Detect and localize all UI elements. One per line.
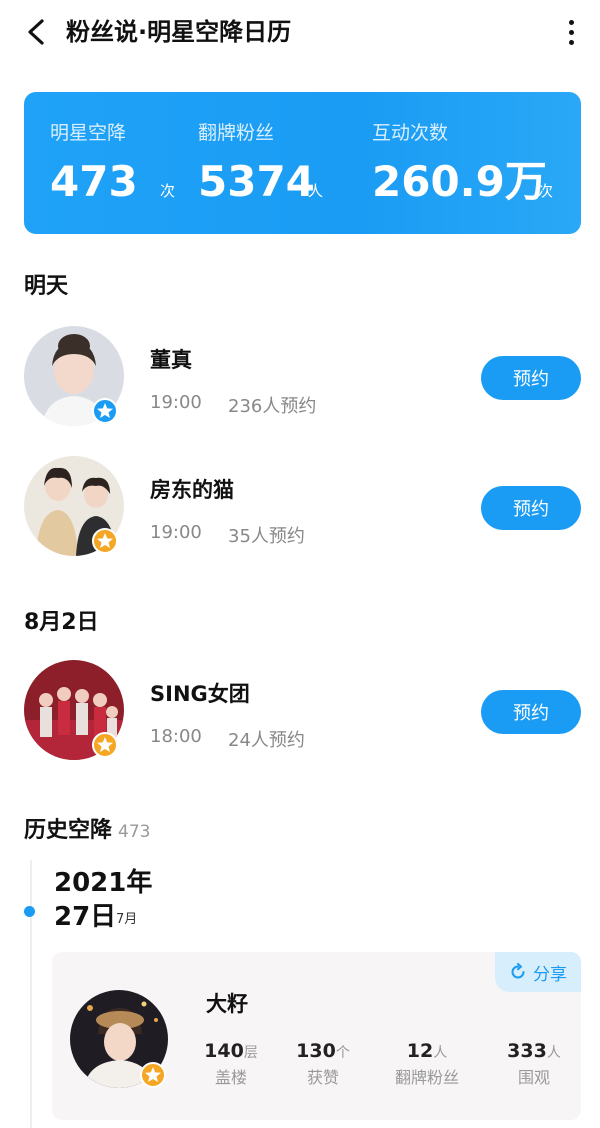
- star-name: SING女团: [150, 682, 250, 706]
- timeline-line: [30, 860, 32, 1128]
- booking-count: 35人预约: [228, 526, 305, 547]
- event-time: 18:00: [150, 726, 202, 747]
- schedule-row: 董真 19:00 236人预约 预约: [0, 326, 600, 436]
- section-title-aug2: 8月2日: [24, 610, 99, 635]
- history-count: 473: [118, 822, 151, 842]
- timeline-year: 2021年: [54, 868, 153, 898]
- stat-value: 473: [50, 157, 138, 206]
- back-arrow-icon: [28, 19, 44, 45]
- schedule-row: 房东的猫 19:00 35人预约 预约: [0, 456, 600, 566]
- metric-value: 12: [406, 1040, 434, 1062]
- metric-unit: 人: [546, 1045, 561, 1061]
- metric-unit: 人: [433, 1045, 448, 1061]
- more-vertical-icon: [568, 19, 574, 25]
- stat-label: 翻牌粉丝: [198, 122, 275, 144]
- star-badge-icon: [140, 1062, 166, 1088]
- share-icon: [511, 963, 525, 979]
- metric-unit: 个: [335, 1045, 350, 1061]
- booking-count: 24人预约: [228, 730, 305, 751]
- book-button[interactable]: 预约: [481, 690, 581, 734]
- share-label: 分享: [533, 964, 567, 985]
- timeline-month: 7月: [116, 912, 138, 927]
- metric-value: 140: [204, 1040, 244, 1062]
- star-badge-icon: [92, 732, 118, 758]
- stat-unit: 人: [308, 182, 324, 200]
- metric-floors: 140层 盖楼: [186, 1040, 276, 1088]
- star-name: 董真: [150, 348, 192, 372]
- event-time: 19:00: [150, 522, 202, 543]
- metric-fans: 12人 翻牌粉丝: [382, 1040, 472, 1088]
- stat-unit: 次: [160, 182, 176, 200]
- metric-unit: 层: [243, 1045, 258, 1061]
- stats-card: 明星空降 473 次 翻牌粉丝 5374 人 互动次数 260.9万 次: [24, 92, 581, 234]
- history-title: 历史空降: [24, 818, 113, 843]
- metric-label: 获赞: [306, 1068, 339, 1087]
- section-title-tomorrow: 明天: [24, 274, 69, 299]
- stat-label: 明星空降: [50, 122, 127, 144]
- star-badge-icon: [92, 528, 118, 554]
- metric-likes: 130个 获赞: [278, 1040, 368, 1088]
- metric-label: 翻牌粉丝: [394, 1068, 459, 1087]
- book-button[interactable]: 预约: [481, 356, 581, 400]
- event-time: 19:00: [150, 392, 202, 413]
- star-name: 房东的猫: [150, 478, 234, 502]
- star-name: 大籽: [206, 992, 248, 1016]
- share-button[interactable]: 分享: [495, 952, 581, 992]
- stat-label: 互动次数: [372, 122, 449, 144]
- stat-unit: 次: [538, 182, 554, 200]
- metric-viewers: 333人 围观: [489, 1040, 579, 1088]
- book-button[interactable]: 预约: [481, 486, 581, 530]
- metric-value: 333: [507, 1040, 547, 1062]
- stat-value: 5374: [198, 157, 315, 206]
- metric-label: 围观: [517, 1068, 550, 1087]
- history-card[interactable]: 分享 大籽 140层 盖楼 130个 获赞 12人 翻牌粉丝 333人 围观: [52, 952, 581, 1120]
- timeline-dot: [24, 906, 35, 917]
- metric-label: 盖楼: [214, 1068, 247, 1087]
- star-badge-icon: [92, 398, 118, 424]
- timeline-day: 27日: [54, 902, 117, 932]
- stat-value: 260.9万: [372, 157, 547, 206]
- booking-count: 236人预约: [228, 396, 317, 417]
- more-button[interactable]: [556, 14, 586, 50]
- page-title: 粉丝说·明星空降日历: [66, 18, 292, 46]
- top-bar: 粉丝说·明星空降日历: [0, 0, 600, 64]
- section-title-history: 历史空降 473: [24, 812, 150, 844]
- schedule-row: SING女团 18:00 24人预约 预约: [0, 660, 600, 770]
- metric-value: 130: [296, 1040, 336, 1062]
- back-button[interactable]: [18, 14, 54, 50]
